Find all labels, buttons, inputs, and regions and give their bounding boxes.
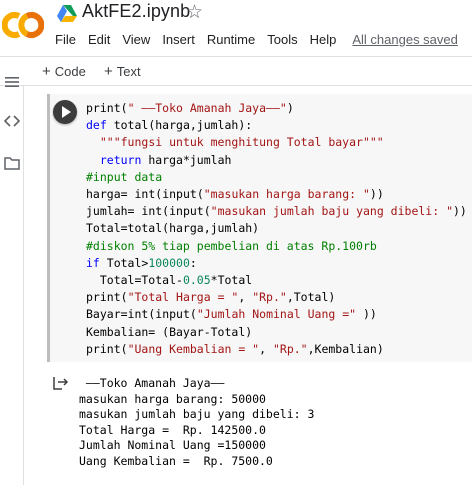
code-line: Total=total(harga,jumlah) bbox=[86, 221, 260, 236]
output-line: masukan harga barang: 50000 bbox=[79, 391, 266, 406]
star-icon[interactable]: ☆ bbox=[186, 2, 203, 24]
code-line: Total=Total-0.05*Total bbox=[86, 273, 253, 288]
add-code-button[interactable]: + Code bbox=[42, 63, 86, 80]
code-cell[interactable]: print(" ——Toko Amanah Jaya——") def total(… bbox=[47, 94, 472, 468]
menu-tools[interactable]: Tools bbox=[267, 31, 297, 51]
output-line: Total Harga = Rp. 142500.0 bbox=[79, 422, 266, 437]
code-line: jumlah= int(input("masukan jumlah baju y… bbox=[86, 204, 467, 219]
plus-icon: + bbox=[42, 63, 51, 80]
code-line: #diskon 5% tiap pembelian di atas Rp.100… bbox=[86, 238, 377, 253]
code-editor[interactable]: print(" ——Toko Amanah Jaya——") def total(… bbox=[47, 94, 472, 362]
cell-output: ——Toko Amanah Jaya—— masukan harga barang… bbox=[47, 368, 472, 468]
menu-runtime[interactable]: Runtime bbox=[207, 31, 255, 51]
code-line: return harga*jumlah bbox=[99, 152, 232, 167]
menu-insert[interactable]: Insert bbox=[162, 31, 195, 51]
notebook-content: print(" ——Toko Amanah Jaya——") def total(… bbox=[25, 86, 472, 485]
add-text-label: Text bbox=[116, 64, 141, 79]
plus-icon: + bbox=[104, 63, 113, 80]
code-line: harga= int(input("masukan harga barang: … bbox=[86, 187, 384, 202]
menu-help[interactable]: Help bbox=[310, 31, 337, 51]
code-line: if Total>100000: bbox=[86, 255, 197, 270]
code-line: Kembalian= (Bayar-Total) bbox=[86, 324, 253, 339]
code-text[interactable]: print(" ——Toko Amanah Jaya——") def total(… bbox=[86, 100, 472, 358]
add-text-button[interactable]: + Text bbox=[104, 63, 141, 80]
output-line: Uang Kembalian = Rp. 7500.0 bbox=[79, 453, 273, 468]
folder-icon[interactable] bbox=[3, 154, 21, 172]
code-snippets-icon[interactable] bbox=[3, 112, 21, 130]
code-line: print("Total Harga = ", "Rp.",Total) bbox=[86, 290, 336, 305]
header: AktFE2.ipynb ☆ File Edit View Insert Run… bbox=[0, 0, 472, 56]
output-line: Jumlah Nominal Uang =150000 bbox=[79, 438, 266, 452]
output-line: ——Toko Amanah Jaya—— bbox=[79, 376, 225, 390]
menu-icon[interactable] bbox=[3, 73, 21, 91]
code-line: print("Uang Kembalian = ", "Rp.",Kembali… bbox=[86, 341, 384, 356]
menu-view[interactable]: View bbox=[122, 31, 150, 51]
google-drive-icon bbox=[57, 5, 77, 22]
notebook-title[interactable]: AktFE2.ipynb bbox=[82, 1, 190, 22]
menu-edit[interactable]: Edit bbox=[88, 31, 110, 51]
menu-bar: File Edit View Insert Runtime Tools Help… bbox=[55, 31, 470, 51]
toolbar: + Code + Text bbox=[0, 56, 472, 86]
run-cell-button[interactable] bbox=[53, 100, 77, 124]
output-line: masukan jumlah baju yang dibeli: 3 bbox=[79, 407, 315, 421]
colab-logo[interactable] bbox=[2, 10, 44, 40]
code-line: Bayar=int(input("Jumlah Nominal Uang =" … bbox=[86, 307, 377, 322]
code-line: print(" ——Toko Amanah Jaya——") bbox=[86, 101, 294, 115]
output-text: ——Toko Amanah Jaya—— masukan harga barang… bbox=[79, 376, 314, 469]
output-clear-icon[interactable] bbox=[53, 376, 69, 390]
left-sidebar bbox=[0, 77, 24, 485]
save-status[interactable]: All changes saved bbox=[352, 31, 458, 51]
add-code-label: Code bbox=[54, 64, 86, 79]
menu-file[interactable]: File bbox=[55, 31, 76, 51]
code-line: """fungsi untuk menghitung Total bayar""… bbox=[99, 135, 384, 150]
code-line: def total(harga,jumlah): bbox=[86, 118, 253, 133]
code-line: #input data bbox=[86, 169, 163, 184]
